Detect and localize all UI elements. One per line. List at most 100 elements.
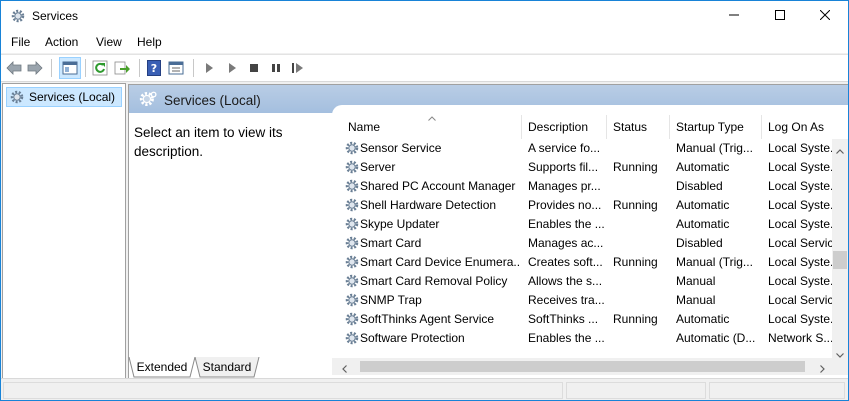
cell-description: Creates soft... [528, 255, 603, 269]
toolbar-separator [139, 59, 140, 77]
table-row[interactable]: Shared PC Account Manager Manages pr... Di… [332, 177, 832, 196]
table-row[interactable]: SNMP Trap Receives tra... Manual Local Serv… [332, 291, 832, 310]
close-button[interactable] [802, 1, 848, 31]
stop-service-icon[interactable] [245, 59, 263, 77]
column-header-name[interactable]: Name [342, 115, 522, 139]
vertical-scroll-thumb[interactable] [833, 251, 847, 269]
svg-text:?: ? [151, 62, 157, 75]
column-header-log-on-as[interactable]: Log On As [762, 115, 848, 139]
window-title: Services [32, 9, 79, 23]
service-gear-icon [344, 311, 360, 327]
minimize-button[interactable] [711, 1, 757, 31]
service-gear-icon [344, 159, 360, 175]
cell-log-on-as: Local Syste... [768, 141, 832, 155]
cell-startup-type: Automatic [676, 217, 730, 231]
maximize-icon [775, 9, 785, 23]
maximize-button[interactable] [757, 1, 803, 31]
table-row[interactable]: Smart Card Device Enumera... Creates soft… [332, 253, 832, 272]
cell-startup-type: Automatic (D... [676, 331, 756, 345]
tab-extended[interactable]: Extended [134, 357, 190, 377]
start-service-alt-icon[interactable] [223, 59, 241, 77]
cell-name: SNMP Trap [360, 293, 422, 307]
cell-log-on-as: Local Syste... [768, 160, 832, 174]
export-list-icon[interactable] [113, 59, 131, 77]
table-row[interactable]: Shell Hardware Detection Provides no... Ru… [332, 196, 832, 215]
service-gear-icon [344, 178, 360, 194]
cell-log-on-as: Local Syste... [768, 198, 832, 212]
cell-status: Running [613, 312, 658, 326]
cell-name: Smart Card Device Enumera... [360, 255, 520, 269]
cell-status: Running [613, 198, 658, 212]
status-bar [1, 378, 848, 400]
table-row[interactable]: Skype Updater Enables the ... Automatic Loc… [332, 215, 832, 234]
cell-log-on-as: Network S... [768, 331, 832, 345]
show-hide-console-tree-icon[interactable] [59, 57, 81, 79]
cell-name: Shared PC Account Manager [360, 179, 516, 193]
table-row[interactable]: Smart Card Removal Policy Allows the s...… [332, 272, 832, 291]
menu-bar: File Action View Help [1, 31, 848, 53]
close-icon [819, 9, 831, 23]
cell-startup-type: Manual (Trig... [676, 255, 753, 269]
start-service-icon[interactable] [200, 59, 218, 77]
scroll-right-icon[interactable] [820, 362, 825, 376]
toolbar-separator [51, 59, 52, 77]
status-cell [709, 382, 845, 399]
cell-startup-type: Automatic [676, 312, 730, 326]
cell-log-on-as: Local Syste... [768, 274, 832, 288]
pause-service-icon[interactable] [267, 59, 285, 77]
cell-name: SoftThinks Agent Service [360, 312, 495, 326]
back-arrow-icon[interactable] [5, 59, 23, 77]
content-header-title: Services (Local) [164, 93, 261, 108]
column-header-startup-type[interactable]: Startup Type [670, 115, 762, 139]
cell-description: Supports fil... [528, 160, 599, 174]
cell-startup-type: Disabled [676, 179, 723, 193]
service-gear-icon [344, 292, 360, 308]
table-row[interactable]: Software Protection Enables the ... Automa… [332, 329, 832, 348]
cell-startup-type: Manual (Trig... [676, 141, 753, 155]
cell-log-on-as: Local Syste... [768, 255, 832, 269]
cell-name: Skype Updater [360, 217, 440, 231]
cell-startup-type: Manual [676, 274, 716, 288]
service-gear-icon [344, 330, 360, 346]
cell-log-on-as: Local Syste... [768, 179, 832, 193]
cell-description: Allows the s... [528, 274, 603, 288]
restart-service-icon[interactable] [289, 59, 307, 77]
cell-name: Software Protection [360, 331, 465, 345]
tree-item-services-local[interactable]: Services (Local) [6, 87, 122, 107]
forward-arrow-icon[interactable] [26, 59, 44, 77]
table-row[interactable]: SoftThinks Agent Service SoftThinks ... Ru… [332, 310, 832, 329]
menu-file[interactable]: File [11, 35, 30, 49]
cell-name: Sensor Service [360, 141, 442, 155]
cell-description: Provides no... [528, 198, 602, 212]
status-cell [566, 382, 706, 399]
table-row[interactable]: Smart Card Manages ac... Disabled Local Ser… [332, 234, 832, 253]
tab-standard[interactable]: Standard [200, 357, 254, 377]
scroll-corner [832, 358, 848, 375]
refresh-icon[interactable] [91, 59, 109, 77]
title-bar: Services [1, 1, 848, 31]
cell-description: SoftThinks ... [528, 312, 599, 326]
cell-description: Manages pr... [528, 179, 601, 193]
help-icon[interactable]: ? [145, 59, 163, 77]
cell-log-on-as: Local Servic [768, 293, 832, 307]
toolbar-separator [193, 59, 194, 77]
vertical-scrollbar[interactable] [832, 139, 848, 358]
gear-icon [10, 8, 26, 24]
gear-icon [139, 90, 157, 108]
cell-name: Shell Hardware Detection [360, 198, 497, 212]
column-header-status[interactable]: Status [607, 115, 670, 139]
scroll-up-icon[interactable] [836, 143, 844, 157]
menu-view[interactable]: View [96, 35, 122, 49]
cell-startup-type: Automatic [676, 198, 730, 212]
cell-description: Enables the ... [528, 331, 605, 345]
menu-help[interactable]: Help [137, 35, 162, 49]
services-list: Name Description Status Startup Type Log… [332, 105, 848, 379]
table-row[interactable]: Sensor Service A service fo... Manual (Tri… [332, 139, 832, 158]
menu-action[interactable]: Action [45, 35, 78, 49]
content-pane: Services (Local) Select an item to view … [128, 84, 848, 379]
status-cell [3, 382, 563, 399]
column-header-description[interactable]: Description [522, 115, 607, 139]
properties-icon[interactable] [167, 59, 185, 77]
table-row[interactable]: Server Supports fil... Running Automatic Loc… [332, 158, 832, 177]
minimize-icon [729, 9, 739, 23]
